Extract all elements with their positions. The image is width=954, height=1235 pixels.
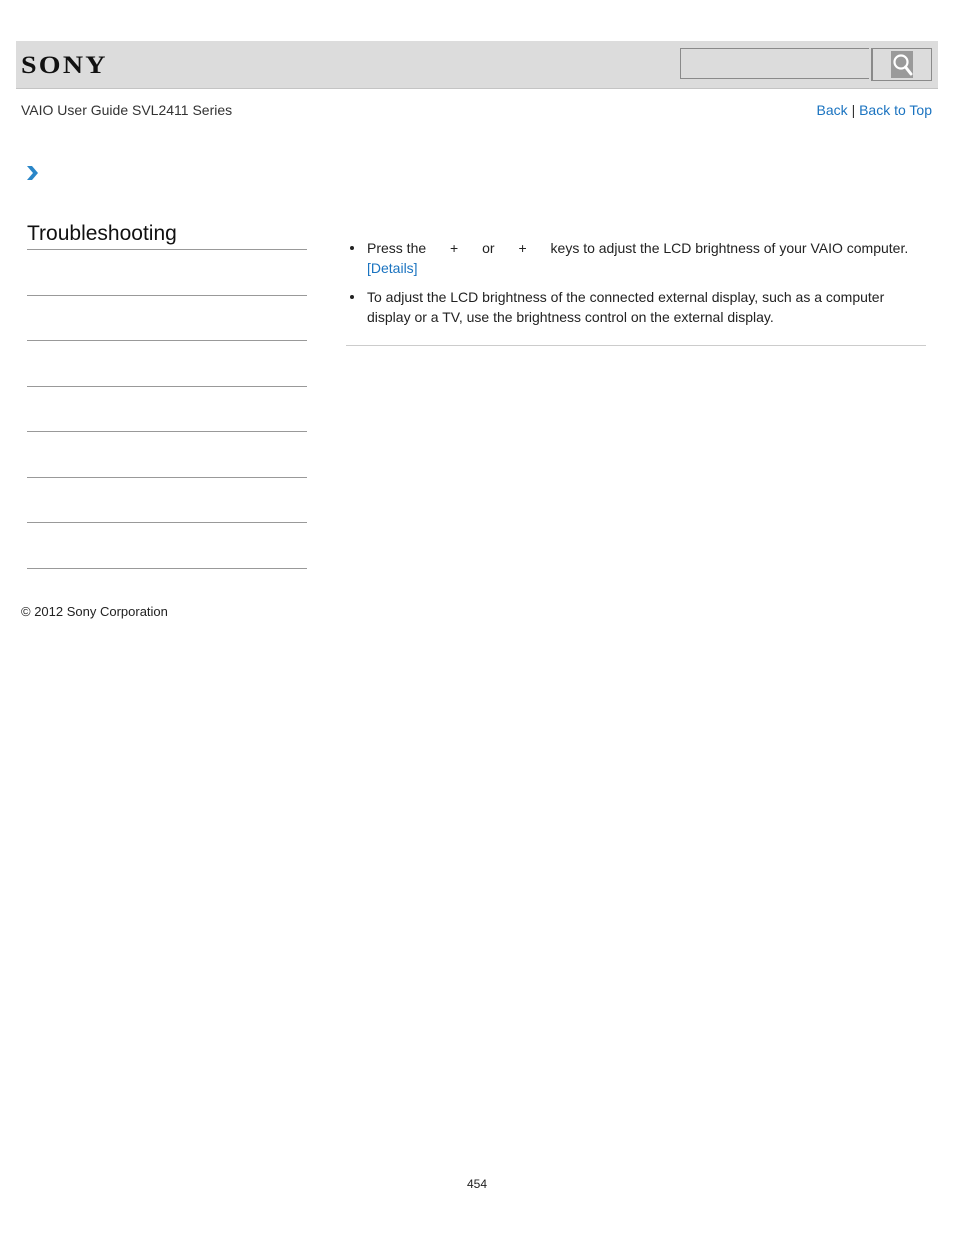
- sidebar-divider: [27, 249, 307, 250]
- content-list: Press the + or + keys to adjust the LCD …: [346, 238, 926, 327]
- key-plus: +: [518, 240, 527, 256]
- item-text: To adjust the LCD brightness of the conn…: [367, 289, 885, 325]
- item-text: Press the: [367, 240, 427, 256]
- sidebar-divider: [27, 295, 307, 296]
- content-body: Press the + or + keys to adjust the LCD …: [346, 238, 926, 336]
- sidebar-divider: [27, 431, 307, 432]
- top-links: Back | Back to Top: [817, 102, 932, 118]
- bullet-icon: [350, 295, 354, 299]
- sidebar-divider: [27, 340, 307, 341]
- back-to-top-link[interactable]: Back to Top: [859, 102, 932, 118]
- search-icon: [891, 51, 913, 78]
- list-item: To adjust the LCD brightness of the conn…: [346, 287, 926, 327]
- link-separator: |: [851, 102, 856, 118]
- item-text: keys to adjust the LCD brightness of you…: [550, 240, 909, 256]
- page-number: 454: [466, 1177, 488, 1191]
- bullet-icon: [350, 246, 354, 250]
- sony-logo[interactable]: SONY: [21, 52, 108, 80]
- back-link[interactable]: Back: [817, 102, 848, 118]
- sidebar-divider: [27, 522, 307, 523]
- header-bar: SONY: [16, 41, 938, 89]
- sidebar-divider: [27, 568, 307, 569]
- content-divider: [346, 345, 926, 346]
- copyright: © 2012 Sony Corporation: [21, 604, 168, 619]
- section-title: Troubleshooting: [27, 222, 177, 245]
- key-plus: +: [450, 240, 459, 256]
- list-item: Press the + or + keys to adjust the LCD …: [346, 238, 926, 278]
- guide-title: VAIO User Guide SVL2411 Series: [21, 102, 233, 118]
- search-input[interactable]: [680, 48, 869, 79]
- sidebar-divider: [27, 386, 307, 387]
- chevron-right-icon[interactable]: [25, 164, 39, 182]
- item-text: or: [482, 240, 495, 256]
- sidebar-divider: [27, 477, 307, 478]
- search-button[interactable]: [871, 48, 932, 81]
- details-link[interactable]: [Details]: [367, 260, 418, 276]
